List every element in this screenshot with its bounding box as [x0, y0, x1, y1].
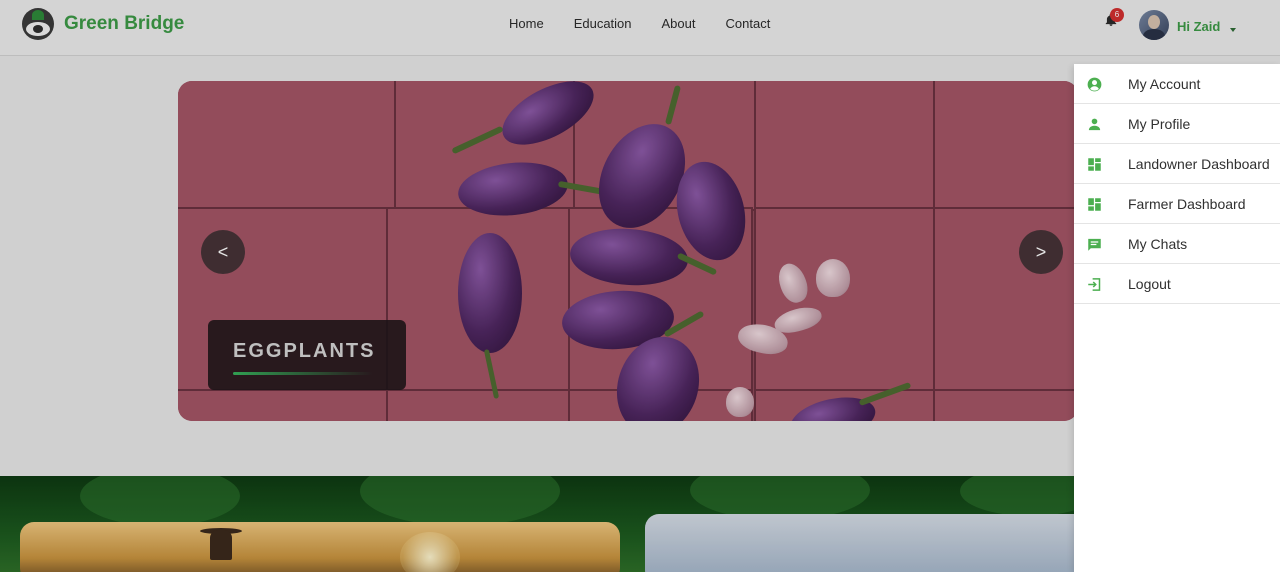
menu-item-my-chats[interactable]: My Chats — [1074, 224, 1280, 264]
menu-item-my-profile[interactable]: My Profile — [1074, 104, 1280, 144]
menu-item-logout[interactable]: Logout — [1074, 264, 1280, 304]
menu-item-label: Landowner Dashboard — [1128, 155, 1270, 172]
menu-item-farmer-dashboard[interactable]: Farmer Dashboard — [1074, 184, 1280, 224]
menu-item-label: My Profile — [1128, 115, 1191, 132]
chat-icon — [1087, 237, 1102, 252]
dashboard-icon — [1087, 197, 1102, 212]
menu-item-label: My Chats — [1128, 235, 1188, 252]
user-dropdown-menu: My Account My Profile Landowner Dashboar… — [1074, 64, 1280, 572]
person-icon — [1087, 117, 1102, 132]
logout-icon — [1087, 277, 1102, 292]
menu-item-landowner-dashboard[interactable]: Landowner Dashboard — [1074, 144, 1280, 184]
menu-item-label: Logout — [1128, 275, 1171, 292]
dashboard-icon — [1087, 157, 1102, 172]
account-circle-icon — [1087, 77, 1102, 92]
menu-item-label: My Account — [1128, 75, 1201, 92]
menu-item-my-account[interactable]: My Account — [1074, 64, 1280, 104]
menu-item-label: Farmer Dashboard — [1128, 195, 1246, 212]
